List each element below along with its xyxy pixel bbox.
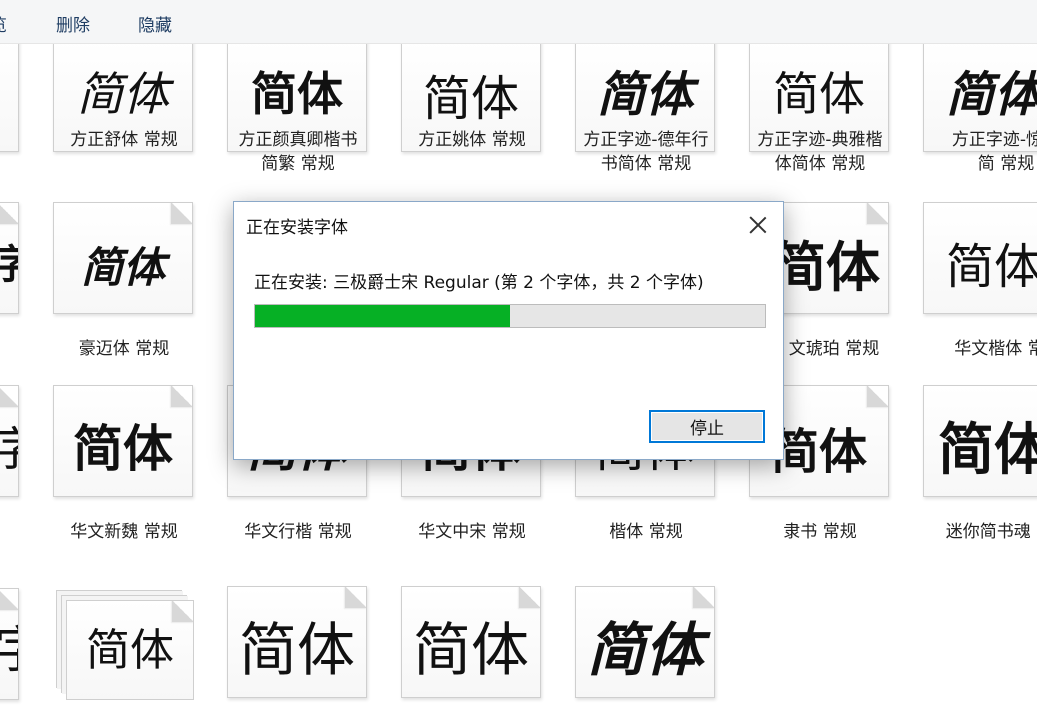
font-sample: 简体 (422, 71, 519, 127)
install-status-text: 正在安装: 三极爵士宋 Regular (第 2 个字体，共 2 个字体) (254, 273, 704, 293)
font-sample: 简体 (596, 67, 693, 123)
font-sample: 简体 (772, 236, 880, 299)
font-preview: 简体 (227, 586, 367, 698)
font-label: 规 (0, 520, 35, 544)
font-sample: 简体 (0, 75, 18, 119)
preview-button[interactable]: 览 (0, 11, 7, 36)
font-sample: 简体 (773, 67, 865, 121)
font-sample: 字 (0, 426, 18, 472)
stop-button[interactable]: 停止 (649, 410, 765, 443)
font-preview: 简体 (53, 202, 193, 314)
install-progress-bar (254, 304, 766, 328)
font-preview: 简体 (0, 44, 19, 152)
font-preview: 简体 (575, 586, 715, 698)
font-label: 华文新魏 常规 (70, 522, 178, 542)
font-label: 楷体 常规 (609, 522, 683, 542)
progress-fill (255, 305, 510, 327)
font-sample: 简体 (80, 243, 165, 292)
font-preview: 简体 (401, 586, 541, 698)
font-sample: 字 (0, 625, 18, 675)
font-preview: 字 (0, 588, 19, 700)
font-preview: 简体 (53, 385, 193, 497)
font-sample: 简体 (946, 239, 1037, 295)
font-label: 隶书 常规 (783, 522, 857, 542)
font-preview: 字 (0, 385, 19, 497)
font-label: 华文楷体 常规 (954, 339, 1037, 359)
dialog-title: 正在安装字体 (246, 218, 348, 238)
font-label: 方正颜真卿楷书 简繁 常规 (238, 130, 358, 174)
install-font-dialog: 正在安装字体 正在安装: 三极爵士宋 Regular (第 2 个字体，共 2 … (233, 201, 784, 460)
font-label: 迷你简书魂 常规 (945, 522, 1037, 542)
font-label: 方正字迹-德年行 书简体 常规 (583, 130, 709, 174)
font-label: 规 (0, 337, 35, 361)
font-label: 宋 (0, 168, 35, 192)
hide-button[interactable]: 隐藏 (138, 11, 172, 36)
font-sample: 简体 (238, 616, 355, 684)
font-label: 方正舒体 常规 (70, 130, 178, 150)
font-sample: 简体 (77, 67, 169, 121)
font-preview: 简体 (66, 600, 194, 700)
font-label: 方正字迹-典雅楷 体简体 常规 (757, 130, 883, 174)
font-sample: 简体 (251, 67, 343, 121)
font-sample: 简体 (86, 625, 174, 676)
font-sample: 简体 (946, 67, 1037, 123)
font-label: 豪迈体 常规 (78, 339, 170, 359)
font-preview: 简体 (923, 385, 1037, 497)
delete-button[interactable]: 删除 (56, 11, 90, 36)
close-icon[interactable] (745, 212, 771, 238)
font-sample: 简体 (938, 417, 1037, 483)
toolbar: 览 删除 隐藏 (0, 0, 1037, 44)
font-label: 方正姚体 常规 (418, 130, 526, 150)
font-sample: 简体 (73, 419, 173, 478)
font-preview: 字 (0, 202, 19, 314)
font-label: 华文中宋 常规 (418, 522, 526, 542)
font-sample: 简体 (586, 616, 703, 684)
font-preview: 简体 (923, 202, 1037, 314)
font-sample: 简体 (412, 616, 529, 684)
font-label: 华文行楷 常规 (244, 522, 352, 542)
font-sample: 字 (0, 245, 18, 285)
font-label: 方正字迹-惊鸿 简 常规 (951, 130, 1037, 174)
